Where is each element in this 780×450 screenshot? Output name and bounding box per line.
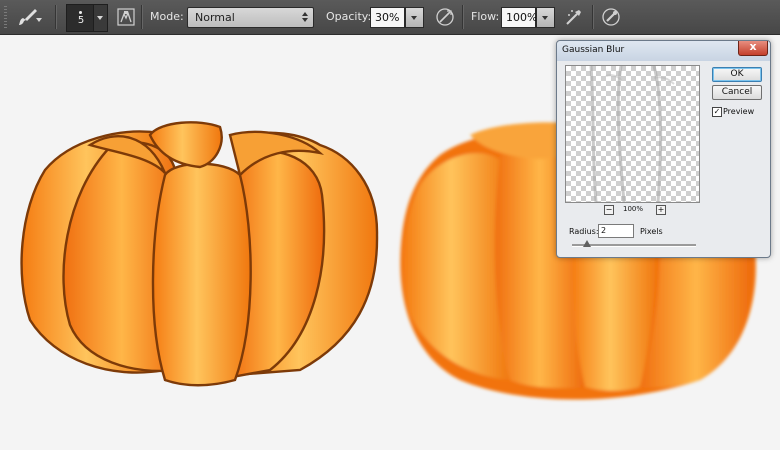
- select-arrows-icon: [302, 12, 308, 22]
- toolbar-divider: [592, 5, 593, 29]
- pressure-size-icon[interactable]: [600, 6, 622, 28]
- opacity-input[interactable]: 30%: [370, 7, 405, 28]
- toolbar-divider: [462, 5, 463, 29]
- radius-input[interactable]: 2: [598, 224, 634, 238]
- pressure-opacity-icon[interactable]: [434, 6, 456, 28]
- brush-tip-icon: [79, 11, 82, 14]
- options-bar: 5 Mode: Normal Opacity: 30% Flow: 100%: [0, 0, 780, 35]
- flow-input[interactable]: 100%: [501, 7, 538, 28]
- flow-dropdown-button[interactable]: [536, 7, 555, 28]
- mode-value: Normal: [195, 11, 235, 24]
- mode-label: Mode:: [150, 10, 184, 23]
- airbrush-icon[interactable]: [563, 6, 585, 28]
- preview-content: [589, 66, 675, 202]
- ok-button[interactable]: OK: [712, 67, 762, 82]
- brush-tool-icon[interactable]: [16, 6, 42, 28]
- chevron-down-icon: [542, 16, 548, 20]
- radius-value: 2: [601, 226, 607, 235]
- gaussian-blur-dialog: Gaussian Blur x − 100% + OK Cancel ✓ Pre…: [556, 40, 771, 258]
- radius-slider-thumb[interactable]: [582, 240, 591, 247]
- flow-value: 100%: [506, 11, 538, 24]
- zoom-in-button[interactable]: +: [656, 205, 666, 215]
- close-button[interactable]: x: [738, 40, 768, 56]
- chevron-down-icon: [411, 16, 417, 20]
- brush-preset-picker[interactable]: 5: [66, 4, 108, 32]
- brush-size-value: 5: [77, 15, 85, 26]
- radius-unit-label: Pixels: [640, 227, 663, 236]
- dialog-titlebar[interactable]: Gaussian Blur x: [557, 40, 770, 61]
- toolbar-divider: [141, 5, 142, 29]
- opacity-value: 30%: [375, 11, 400, 24]
- cancel-button[interactable]: Cancel: [712, 85, 762, 100]
- chevron-down-icon: [36, 18, 42, 22]
- toolbar-divider: [55, 5, 56, 29]
- toggle-brush-panel-icon[interactable]: [115, 6, 137, 28]
- preview-label[interactable]: Preview: [723, 107, 754, 116]
- zoom-out-button[interactable]: −: [604, 205, 614, 215]
- mode-select[interactable]: Normal: [187, 7, 314, 28]
- pumpkin-left: [20, 121, 379, 387]
- opacity-dropdown-button[interactable]: [405, 7, 424, 28]
- close-icon: x: [749, 40, 757, 53]
- blur-preview-area[interactable]: [565, 65, 700, 203]
- opacity-label: Opacity:: [326, 10, 372, 23]
- zoom-level: 100%: [623, 205, 644, 213]
- flow-label: Flow:: [471, 10, 500, 23]
- toolbar-grip[interactable]: [4, 6, 7, 28]
- chevron-down-icon: [97, 16, 103, 20]
- dialog-title: Gaussian Blur: [562, 45, 625, 55]
- brush-preset-dropdown[interactable]: [93, 5, 107, 31]
- radius-label: Radius:: [569, 227, 599, 236]
- preview-checkbox[interactable]: ✓: [712, 107, 722, 117]
